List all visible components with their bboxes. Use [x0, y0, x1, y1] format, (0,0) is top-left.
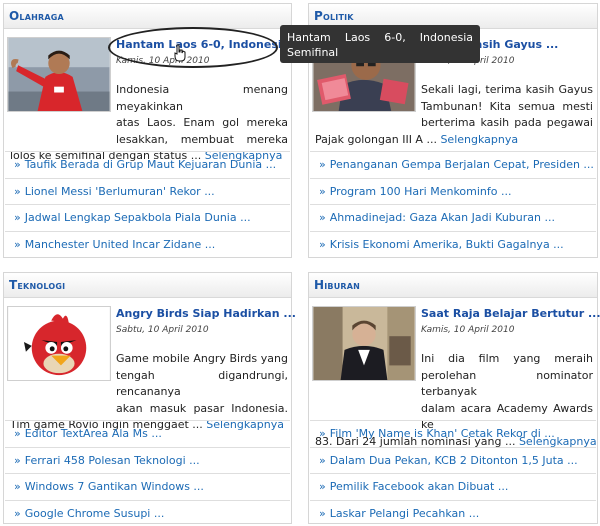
section-hiburan: Hiburan Saat Raja Belajar Bertutur ... K…	[308, 272, 600, 526]
list-item[interactable]: » Lionel Messi 'Berlumuran' Rekor ...	[5, 177, 290, 205]
list-item[interactable]: » Program 100 Hari Menkominfo ...	[310, 177, 596, 205]
list-item-label: Google Chrome Susupi ...	[24, 506, 165, 520]
list-item-label: Program 100 Hari Menkominfo ...	[329, 184, 512, 198]
list-item[interactable]: » Penanganan Gempa Berjalan Cepat, Presid…	[310, 151, 596, 178]
chevron-right-icon: »	[319, 480, 326, 493]
list-item-label: Ferrari 458 Polesan Teknologi ...	[24, 453, 200, 467]
list-item[interactable]: » Dalam Dua Pekan, KCB 2 Ditonton 1,5 Jut…	[310, 446, 596, 474]
list-item[interactable]: » Jadwal Lengkap Sepakbola Piala Dunia ..…	[5, 204, 290, 231]
read-more-link[interactable]: Selengkapnya	[440, 133, 518, 146]
excerpt-line: Pajak golongan III A ...	[315, 132, 437, 146]
list-item[interactable]: » Manchester United Incar Zidane ...	[5, 230, 290, 258]
related-links-list: » Editor TextArea Ala Ms ... » Ferrari 458…	[5, 420, 290, 526]
list-item[interactable]: » Ahmadinejad: Gaza Akan Jadi Kuburan ...	[310, 204, 596, 231]
list-item-label: Windows 7 Gantikan Windows ...	[24, 480, 204, 493]
chevron-right-icon: »	[14, 184, 21, 198]
list-item[interactable]: » Taufik Berada di Grup Maut Kejuaran Dun…	[5, 151, 290, 178]
related-links-list: » Taufik Berada di Grup Maut Kejuaran Dun…	[5, 151, 290, 257]
list-item-label: Taufik Berada di Grup Maut Kejuaran Duni…	[24, 158, 277, 171]
list-item[interactable]: » Pemilik Facebook akan Dibuat ...	[310, 473, 596, 500]
list-item[interactable]: » Laskar Pelangi Pecahkan ...	[310, 499, 596, 526]
list-item[interactable]: » Editor TextArea Ala Ms ...	[5, 420, 290, 447]
chevron-right-icon: »	[319, 211, 326, 224]
list-item-label: Pemilik Facebook akan Dibuat ...	[329, 480, 509, 493]
chevron-right-icon: »	[319, 158, 326, 171]
chevron-right-icon: »	[14, 158, 21, 171]
list-item-label: Krisis Ekonomi Amerika, Bukti Gagalnya .…	[329, 237, 564, 251]
list-item[interactable]: » Krisis Ekonomi Amerika, Bukti Gagalnya …	[310, 230, 596, 258]
chevron-right-icon: »	[319, 453, 326, 467]
list-item[interactable]: » Ferrari 458 Polesan Teknologi ...	[5, 446, 290, 474]
excerpt-line: akan masuk pasar Indonesia.	[116, 401, 288, 415]
headline-tooltip: Hantam Laos 6-0, Indonesia Semifinal	[280, 25, 480, 63]
list-item-label: Dalam Dua Pekan, KCB 2 Ditonton 1,5 Juta…	[329, 453, 578, 467]
excerpt-line: Sekali lagi, terima kasih Gayus	[421, 83, 593, 96]
section-teknologi: Teknologi Angry Birds Siap Hadirkan ... …	[3, 272, 296, 526]
list-item-label: Lionel Messi 'Berlumuran' Rekor ...	[24, 184, 215, 198]
excerpt-line: Indonesia menang meyakinkan	[116, 83, 288, 113]
excerpt-line: atas Laos. Enam gol mereka	[116, 116, 288, 129]
list-item-label: Film 'My Name is Khan' Cetak Rekor di ..…	[329, 427, 555, 440]
chevron-right-icon: »	[14, 427, 21, 440]
excerpt-line: lesakkan, membuat mereka	[116, 132, 288, 146]
section-heading: Teknologi	[4, 273, 291, 298]
article-date: Sabtu, 10 April 2010	[116, 325, 209, 335]
related-links-list: » Penanganan Gempa Berjalan Cepat, Presid…	[310, 151, 596, 257]
section-heading: Hiburan	[309, 273, 597, 298]
related-links-list: » Film 'My Name is Khan' Cetak Rekor di .…	[310, 420, 596, 526]
list-item-label: Laskar Pelangi Pecahkan ...	[329, 506, 480, 520]
excerpt-line: perolehan nominator terbanyak	[421, 368, 593, 399]
excerpt-line: Tambunan! Kita semua mesti	[421, 99, 593, 113]
chevron-right-icon: »	[14, 237, 21, 251]
chevron-right-icon: »	[14, 480, 21, 493]
chevron-right-icon: »	[319, 506, 326, 520]
excerpt-line: berterima kasih pada pegawai	[421, 116, 593, 129]
headline-highlight-oval	[108, 27, 278, 68]
list-item-label: Ahmadinejad: Gaza Akan Jadi Kuburan ...	[329, 211, 555, 224]
chevron-right-icon: »	[14, 453, 21, 467]
excerpt-line: tengah digandrungi, rencananya	[116, 368, 288, 399]
list-item-label: Manchester United Incar Zidane ...	[24, 237, 216, 251]
list-item-label: Penanganan Gempa Berjalan Cepat, Preside…	[329, 158, 594, 171]
article-date: Kamis, 10 April 2010	[421, 325, 515, 335]
list-item[interactable]: » Windows 7 Gantikan Windows ...	[5, 473, 290, 500]
excerpt-line: Ini dia film yang meraih	[421, 352, 593, 365]
list-item[interactable]: » Film 'My Name is Khan' Cetak Rekor di .…	[310, 420, 596, 447]
list-item-label: Editor TextArea Ala Ms ...	[24, 427, 162, 440]
section-heading: Olahraga	[4, 4, 291, 29]
article-headline-link[interactable]: Saat Raja Belajar Bertutur ...	[421, 307, 600, 320]
list-item[interactable]: » Google Chrome Susupi ...	[5, 499, 290, 526]
hand-pointer-icon	[174, 44, 186, 62]
article-excerpt: Sekali lagi, terima kasih Gayus Tambunan…	[315, 82, 593, 148]
list-item-label: Jadwal Lengkap Sepakbola Piala Dunia ...	[24, 211, 251, 224]
chevron-right-icon: »	[14, 506, 21, 520]
chevron-right-icon: »	[319, 237, 326, 251]
chevron-right-icon: »	[14, 211, 21, 224]
chevron-right-icon: »	[319, 184, 326, 198]
excerpt-line: Game mobile Angry Birds yang	[116, 352, 288, 365]
chevron-right-icon: »	[319, 427, 326, 440]
article-headline-link[interactable]: Angry Birds Siap Hadirkan ...	[116, 307, 296, 320]
